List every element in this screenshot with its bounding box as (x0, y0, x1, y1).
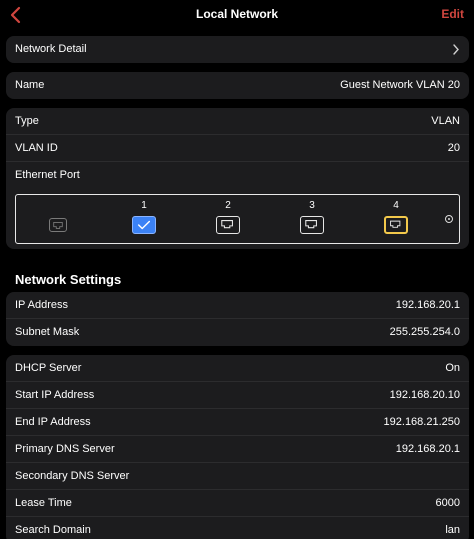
search-domain-label: Search Domain (15, 524, 91, 536)
port-item-wan (43, 195, 73, 245)
local-network-screen: Local Network Edit Network Detail Name G… (0, 0, 474, 539)
lease-time-label: Lease Time (15, 497, 72, 509)
dhcp-server-row: DHCP Server On (6, 355, 469, 382)
start-ip-value: 192.168.20.10 (389, 389, 460, 401)
name-label: Name (15, 79, 45, 91)
port-item-1[interactable]: 1 (129, 195, 159, 245)
ethernet-port-icon (49, 218, 67, 232)
end-ip-label: End IP Address (15, 416, 91, 428)
network-settings-heading: Network Settings (15, 272, 122, 287)
name-card: Name Guest Network VLAN 20 (6, 72, 469, 99)
subnet-mask-row: Subnet Mask 255.255.254.0 (6, 319, 469, 346)
name-value: Guest Network VLAN 20 (340, 79, 460, 91)
ip-address-value: 192.168.20.1 (395, 299, 460, 311)
port-item-2[interactable]: 2 (213, 195, 243, 245)
network-detail-label: Network Detail (15, 43, 87, 55)
checkmark-icon (137, 220, 151, 230)
vlan-id-row: VLAN ID 20 (6, 135, 469, 162)
dhcp-server-value: On (445, 362, 460, 374)
port-number: 3 (309, 200, 315, 211)
secondary-dns-row: Secondary DNS Server (6, 463, 469, 490)
end-ip-value: 192.168.21.250 (383, 416, 460, 428)
ip-address-row: IP Address 192.168.20.1 (6, 292, 469, 319)
vlan-id-label: VLAN ID (15, 142, 58, 154)
lease-time-row: Lease Time 6000 (6, 490, 469, 517)
ethernet-port-row: Ethernet Port 1 2 3 4 (6, 162, 469, 249)
start-ip-label: Start IP Address (15, 389, 95, 401)
vlan-info-card: Type VLAN VLAN ID 20 Ethernet Port 1 2 3… (6, 108, 469, 249)
network-settings-card: IP Address 192.168.20.1 Subnet Mask 255.… (6, 292, 469, 346)
type-label: Type (15, 115, 39, 127)
port-number: 4 (393, 200, 399, 211)
type-row: Type VLAN (6, 108, 469, 135)
name-row: Name Guest Network VLAN 20 (6, 72, 469, 99)
lease-time-value: 6000 (435, 497, 460, 509)
primary-dns-label: Primary DNS Server (15, 443, 115, 455)
primary-dns-value: 192.168.20.1 (395, 443, 460, 455)
type-value: VLAN (431, 115, 460, 127)
ethernet-port-label: Ethernet Port (15, 169, 80, 181)
radio-icon[interactable] (445, 215, 453, 223)
ethernet-port-selector: 1 2 3 4 (15, 194, 460, 244)
search-domain-value: lan (445, 524, 460, 536)
ip-address-label: IP Address (15, 299, 68, 311)
dhcp-server-label: DHCP Server (15, 362, 82, 374)
port-number: 1 (141, 200, 147, 211)
port-1-checkbox[interactable] (132, 216, 156, 234)
port-item-3[interactable]: 3 (297, 195, 327, 245)
port-number: 2 (225, 200, 231, 211)
subnet-mask-value: 255.255.254.0 (389, 326, 460, 338)
ethernet-port-icon[interactable] (384, 216, 408, 234)
search-domain-row: Search Domain lan (6, 517, 469, 539)
nav-bar: Local Network Edit (0, 0, 474, 30)
end-ip-row: End IP Address 192.168.21.250 (6, 409, 469, 436)
secondary-dns-label: Secondary DNS Server (15, 470, 130, 482)
ethernet-port-icon[interactable] (300, 216, 324, 234)
start-ip-row: Start IP Address 192.168.20.10 (6, 382, 469, 409)
port-item-4[interactable]: 4 (381, 195, 411, 245)
network-detail-card[interactable]: Network Detail (6, 36, 469, 63)
vlan-id-value: 20 (447, 142, 460, 154)
edit-button[interactable]: Edit (441, 7, 464, 21)
dhcp-card: DHCP Server On Start IP Address 192.168.… (6, 355, 469, 539)
network-detail-row[interactable]: Network Detail (6, 36, 469, 63)
primary-dns-row: Primary DNS Server 192.168.20.1 (6, 436, 469, 463)
chevron-right-icon (453, 44, 459, 55)
page-title: Local Network (195, 7, 279, 21)
ethernet-port-icon[interactable] (216, 216, 240, 234)
subnet-mask-label: Subnet Mask (15, 326, 80, 338)
